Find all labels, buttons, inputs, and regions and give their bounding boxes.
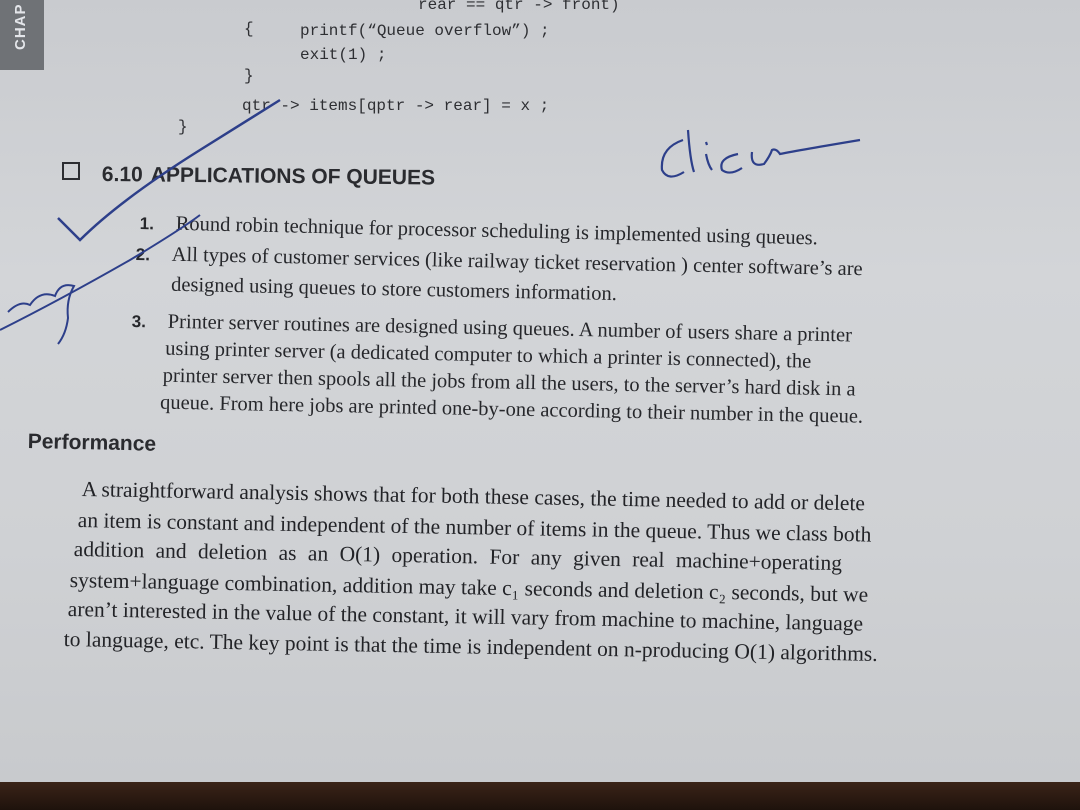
section-heading: 6.10 APPLICATIONS OF QUEUES — [102, 163, 435, 190]
code-line-0: rear == qtr -> front) — [418, 0, 620, 14]
chapter-side-tab: CHAP — [0, 0, 44, 70]
code-line-assign: qtr -> items[qptr -> rear] = x ; — [242, 97, 550, 115]
list-item-number: 3. — [131, 311, 147, 332]
section-number: 6.10 — [101, 163, 143, 187]
list-item-text: Round robin technique for processor sche… — [175, 212, 819, 250]
list-item-number: 2. — [135, 244, 151, 265]
list-item-number: 1. — [139, 213, 155, 234]
code-brace-close: } — [244, 67, 254, 85]
code-line-exit: exit(1) ; — [300, 46, 387, 64]
chapter-tab-label: CHAP — [12, 3, 29, 50]
page-edge-shadow — [0, 782, 1080, 810]
section-title: APPLICATIONS OF QUEUES — [150, 163, 436, 190]
code-line-printf: printf(“Queue overflow”) ; — [300, 22, 550, 40]
list-item-text: designed using queues to store customers… — [170, 273, 618, 306]
section-checkbox-icon — [62, 162, 80, 180]
code-function-close: } — [178, 118, 188, 136]
handwritten-word — [660, 129, 861, 178]
book-page: CHAP rear == qtr -> front) { printf(“Que… — [0, 0, 1080, 782]
code-brace-open: { — [244, 20, 254, 38]
margin-scribble — [7, 284, 76, 345]
performance-heading: Performance — [27, 430, 157, 456]
